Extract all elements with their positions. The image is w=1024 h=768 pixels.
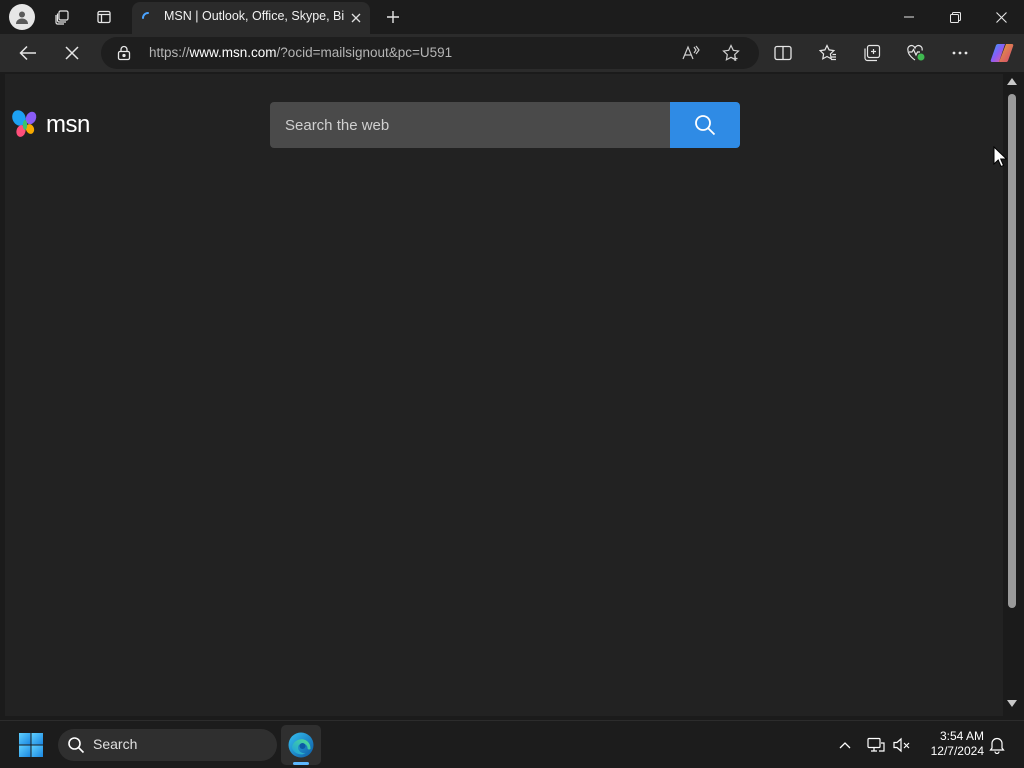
clock-date: 12/7/2024 <box>930 744 984 758</box>
tab-close-icon[interactable] <box>346 8 366 28</box>
read-aloud-icon[interactable] <box>677 40 705 66</box>
collections-icon[interactable] <box>857 39 887 67</box>
url-path: /?ocid=mailsignout&pc=U591 <box>276 45 453 60</box>
stop-loading-icon[interactable] <box>57 39 87 67</box>
taskbar-search-label: Search <box>93 736 138 752</box>
url-host: www.msn.com <box>189 45 277 60</box>
tab-actions-icon[interactable] <box>90 4 118 30</box>
new-tab-icon[interactable] <box>380 4 406 30</box>
browser-essentials-icon[interactable] <box>901 39 931 67</box>
restore-icon[interactable] <box>932 0 978 34</box>
clock-time: 3:54 AM <box>939 729 984 743</box>
address-bar[interactable]: https://www.msn.com/?ocid=mailsignout&pc… <box>101 37 759 69</box>
mouse-cursor-icon <box>993 146 1007 168</box>
scroll-thumb[interactable] <box>1008 94 1016 608</box>
tab-title: MSN | Outlook, Office, Skype, Bing, Brea… <box>164 9 344 23</box>
more-icon[interactable] <box>945 39 975 67</box>
system-clock[interactable]: 3:54 AM 12/7/2024 <box>918 729 984 759</box>
url-scheme: https:// <box>149 45 190 60</box>
screen: MSN | Outlook, Office, Skype, Bing, Brea… <box>0 0 1024 768</box>
msn-wordmark: msn <box>46 111 90 138</box>
favorites-icon[interactable] <box>813 39 843 67</box>
windows-start-icon[interactable] <box>18 732 44 758</box>
scroll-up-arrow-icon[interactable] <box>1007 78 1017 85</box>
network-icon[interactable] <box>863 731 889 759</box>
loading-spinner-icon <box>142 12 149 19</box>
taskbar: Search 3:54 AM 12/7/2024 <box>0 720 1024 768</box>
search-button[interactable] <box>670 102 740 148</box>
msn-logo[interactable]: msn <box>10 107 100 143</box>
browser-toolbar: https://www.msn.com/?ocid=mailsignout&pc… <box>0 34 1024 72</box>
taskbar-search[interactable]: Search <box>58 729 277 761</box>
scroll-down-arrow-icon[interactable] <box>1007 700 1017 707</box>
copilot-icon[interactable] <box>987 39 1017 67</box>
taskbar-edge-app[interactable] <box>281 725 321 765</box>
active-tab[interactable]: MSN | Outlook, Office, Skype, Bing, Brea… <box>132 2 370 34</box>
search-input[interactable] <box>270 102 670 148</box>
notifications-bell-icon[interactable] <box>984 731 1010 759</box>
title-bar: MSN | Outlook, Office, Skype, Bing, Brea… <box>0 0 1024 34</box>
url-text[interactable]: https://www.msn.com/?ocid=mailsignout&pc… <box>149 45 452 60</box>
taskbar-search-icon <box>68 737 85 754</box>
show-hidden-icons-icon[interactable] <box>832 731 858 759</box>
search-icon <box>695 115 716 136</box>
search-box[interactable] <box>270 102 670 148</box>
close-window-icon[interactable] <box>978 0 1024 34</box>
lock-icon[interactable] <box>116 45 132 61</box>
edge-running-indicator <box>293 762 309 765</box>
page-scrollbar[interactable] <box>1005 74 1019 716</box>
page-content: msn <box>5 74 1003 716</box>
split-screen-icon[interactable] <box>768 39 798 67</box>
msn-butterfly-icon <box>12 110 37 137</box>
profile-avatar-icon[interactable] <box>9 4 35 30</box>
workspaces-icon[interactable] <box>48 4 76 30</box>
volume-muted-icon[interactable] <box>889 731 915 759</box>
back-icon[interactable] <box>13 39 43 67</box>
minimize-icon[interactable] <box>886 0 932 34</box>
edge-icon <box>288 732 314 758</box>
star-icon[interactable] <box>717 40 745 66</box>
